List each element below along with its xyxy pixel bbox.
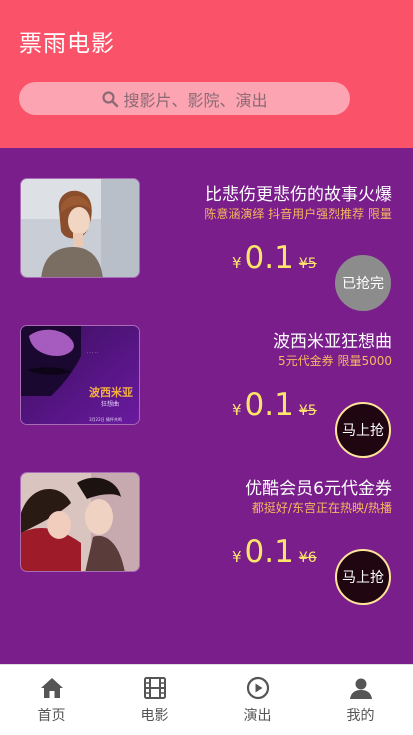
currency-symbol: ¥ <box>232 401 242 419</box>
app-title: 票雨电影 <box>19 31 115 57</box>
deal-price: ¥ 0.1 ¥5 <box>232 387 317 423</box>
tab-label: 首页 <box>37 708 66 724</box>
original-price: ¥5 <box>298 256 317 272</box>
tab-profile[interactable]: 我的 <box>309 665 412 735</box>
poster-date-text: 3月22日 情怀共鸣 <box>89 416 122 422</box>
deal-description: 都挺好/东宫正在热映/热播 <box>251 501 392 515</box>
deal-title: 比悲伤更悲伤的故事火爆 <box>205 185 392 205</box>
price-value: 0.1 <box>244 534 294 570</box>
tab-home[interactable]: 首页 <box>0 665 103 735</box>
tab-movies[interactable]: 电影 <box>103 665 206 735</box>
price-value: 0.1 <box>244 240 294 276</box>
price-value: 0.1 <box>244 387 294 423</box>
tab-shows[interactable]: 演出 <box>206 665 309 735</box>
sold-out-button[interactable]: 已抢完 <box>335 255 391 311</box>
poster-title-text: 波西米亚 <box>89 385 133 399</box>
svg-text:· · · · ·: · · · · · <box>87 350 98 355</box>
tab-label: 演出 <box>243 708 272 724</box>
search-placeholder: 搜影片、影院、演出 <box>123 90 268 110</box>
home-icon <box>40 678 63 698</box>
play-icon <box>246 676 269 700</box>
currency-symbol: ¥ <box>232 254 242 272</box>
search-icon <box>102 90 119 107</box>
deal-list: 比悲伤更悲伤的故事火爆 陈意涵演绎 抖音用户强烈推荐 限量 ¥ 0.1 ¥5 已… <box>0 148 413 664</box>
grab-now-button[interactable]: 马上抢 <box>335 549 391 605</box>
poster-subtitle-text: 狂想曲 <box>101 400 119 408</box>
original-price: ¥5 <box>298 403 317 419</box>
currency-symbol: ¥ <box>232 548 242 566</box>
deal-card[interactable]: 比悲伤更悲伤的故事火爆 陈意涵演绎 抖音用户强烈推荐 限量 ¥ 0.1 ¥5 已… <box>0 178 413 311</box>
deal-description: 陈意涵演绎 抖音用户强烈推荐 限量 <box>204 207 392 221</box>
search-bar[interactable]: 搜影片、影院、演出 <box>19 82 350 115</box>
film-icon <box>143 677 166 699</box>
deal-title: 波西米亚狂想曲 <box>273 332 392 352</box>
header: 票雨电影 搜影片、影院、演出 <box>0 0 413 148</box>
original-price: ¥6 <box>298 550 317 566</box>
deal-card[interactable]: · · · · · 波西米亚 狂想曲 3月22日 情怀共鸣 波西米亚狂想曲 5元… <box>0 325 413 458</box>
deal-price: ¥ 0.1 ¥6 <box>232 534 317 570</box>
deal-poster-image: · · · · · 波西米亚 狂想曲 3月22日 情怀共鸣 <box>20 325 140 425</box>
user-icon <box>349 678 372 699</box>
deal-price: ¥ 0.1 ¥5 <box>232 240 317 276</box>
deal-card[interactable]: 优酷会员6元代金券 都挺好/东宫正在热映/热播 ¥ 0.1 ¥6 马上抢 <box>0 472 413 605</box>
deal-title: 优酷会员6元代金券 <box>245 479 392 499</box>
bottom-tab-bar: 首页 电影 演出 我的 <box>0 664 413 735</box>
deal-poster-image <box>20 178 140 278</box>
deal-poster-image <box>20 472 140 572</box>
tab-label: 电影 <box>140 708 169 724</box>
tab-label: 我的 <box>346 708 375 724</box>
deal-description: 5元代金券 限量5000 <box>278 354 392 368</box>
grab-now-button[interactable]: 马上抢 <box>335 402 391 458</box>
